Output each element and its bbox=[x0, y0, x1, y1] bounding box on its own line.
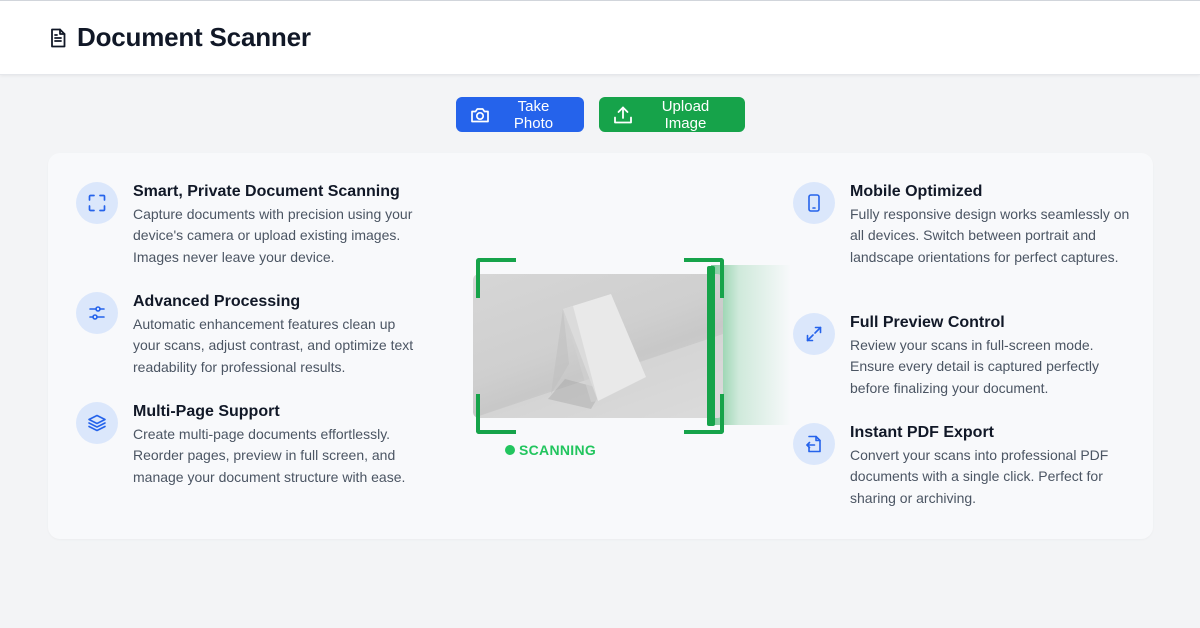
app-header: Document Scanner bbox=[0, 0, 1200, 75]
feature-title: Smart, Private Document Scanning bbox=[133, 183, 400, 200]
scan-corner-bottom-left bbox=[476, 394, 516, 434]
camera-icon bbox=[470, 105, 490, 125]
take-photo-button[interactable]: Take Photo bbox=[455, 97, 584, 132]
feature-description: Capture documents with precision using y… bbox=[133, 206, 413, 265]
scan-status-label: SCANNING bbox=[519, 442, 597, 458]
page-title: Document Scanner bbox=[77, 22, 311, 52]
take-photo-label: Take Photo bbox=[513, 97, 554, 132]
scan-corner-top-left bbox=[476, 258, 516, 298]
features-card: Smart, Private Document Scanning Capture… bbox=[48, 153, 1153, 539]
file-export-icon bbox=[793, 423, 835, 465]
scanner-illustration bbox=[473, 257, 791, 435]
document-icon bbox=[48, 27, 68, 49]
upload-image-button[interactable]: Upload Image bbox=[598, 97, 745, 132]
upload-image-label: Upload Image bbox=[661, 97, 710, 132]
feature-description: Review your scans in full-screen mode. E… bbox=[850, 337, 1100, 396]
feature-title: Multi-Page Support bbox=[133, 403, 280, 420]
feature-description: Convert your scans into professional PDF… bbox=[850, 447, 1109, 506]
feature-description: Fully responsive design works seamlessly… bbox=[850, 206, 1130, 265]
status-dot-icon bbox=[505, 445, 515, 455]
feature-title: Mobile Optimized bbox=[850, 183, 983, 200]
feature-item: Advanced Processing Automatic enhancemen… bbox=[76, 292, 423, 378]
feature-item: Full Preview Control Review your scans i… bbox=[793, 313, 1130, 399]
feature-item: Smart, Private Document Scanning Capture… bbox=[76, 182, 423, 268]
feature-item: Mobile Optimized Fully responsive design… bbox=[793, 182, 1130, 268]
feature-item: Multi-Page Support Create multi-page doc… bbox=[76, 402, 423, 488]
scan-frame-icon bbox=[76, 182, 118, 224]
expand-icon bbox=[793, 313, 835, 355]
smartphone-icon bbox=[793, 182, 835, 224]
scan-corner-bottom-right bbox=[684, 394, 724, 434]
sliders-icon bbox=[76, 292, 118, 334]
feature-description: Automatic enhancement features clean up … bbox=[133, 316, 414, 375]
layers-icon bbox=[76, 402, 118, 444]
feature-description: Create multi-page documents effortlessly… bbox=[133, 426, 406, 485]
feature-title: Full Preview Control bbox=[850, 314, 1005, 331]
feature-item: Instant PDF Export Convert your scans in… bbox=[793, 423, 1130, 509]
feature-title: Advanced Processing bbox=[133, 293, 301, 310]
upload-icon bbox=[613, 105, 633, 125]
feature-title: Instant PDF Export bbox=[850, 424, 995, 441]
action-bar: Take Photo Upload Image bbox=[0, 97, 1200, 132]
scan-status: SCANNING bbox=[505, 442, 645, 458]
scan-corner-top-right bbox=[684, 258, 724, 298]
